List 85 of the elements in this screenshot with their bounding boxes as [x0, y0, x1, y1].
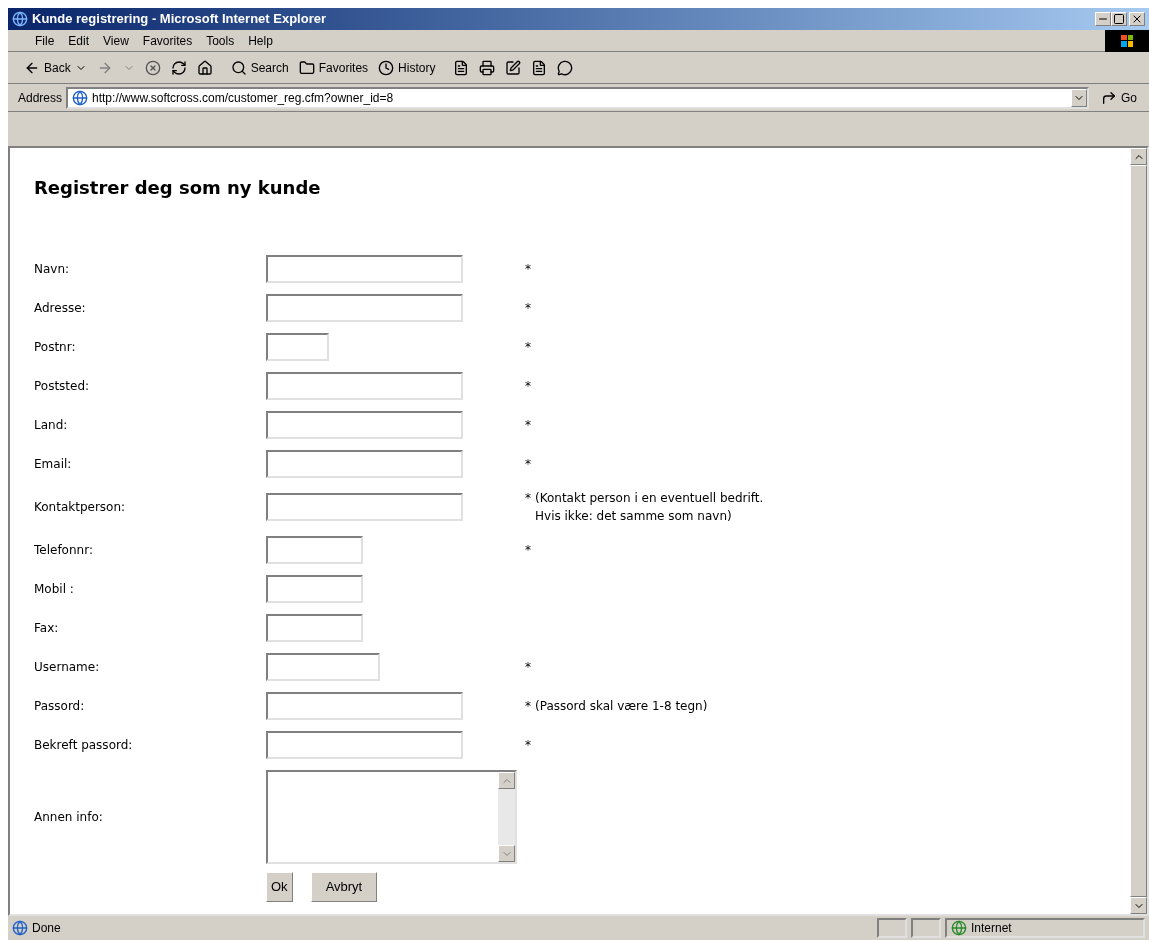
field-label: Poststed: [34, 378, 91, 395]
field-label: Username: [34, 659, 101, 676]
text-field[interactable] [266, 450, 463, 478]
search-button[interactable]: Search [230, 58, 289, 77]
required-marker: * [525, 300, 531, 317]
text-field[interactable] [266, 493, 463, 521]
globe-icon [72, 89, 89, 106]
menu-item[interactable]: Help [248, 31, 273, 50]
required-marker: * [525, 261, 531, 278]
required-marker: * [525, 456, 531, 473]
go-arrow-icon [1101, 89, 1117, 106]
status-panel [911, 918, 941, 938]
maximize-icon [1113, 13, 1125, 25]
field-note: (Kontakt person i en eventuell bedrift. Hvis ikke: det samme som navn) [535, 490, 764, 525]
close-button[interactable] [1129, 12, 1145, 26]
address-label: Address [18, 89, 63, 107]
field-label: Mobil : [34, 581, 75, 598]
text-field[interactable] [266, 653, 380, 681]
required-marker: * [525, 417, 531, 434]
text-field[interactable] [266, 692, 463, 720]
field-label: Postnr: [34, 339, 77, 356]
stop-icon[interactable] [144, 59, 161, 76]
browser-icon [12, 11, 28, 27]
required-marker: * [525, 490, 531, 507]
menu-item[interactable]: File [35, 31, 55, 50]
windows-logo [1105, 29, 1149, 52]
status-text: Done [32, 920, 62, 937]
required-marker: * [525, 339, 531, 356]
search-icon [230, 59, 247, 76]
field-label: Passord: [34, 698, 86, 715]
page-heading: Registrer deg som ny kunde [34, 176, 322, 200]
text-field[interactable] [266, 372, 463, 400]
form-button[interactable]: Ok [266, 872, 293, 902]
field-note: (Passord skal være 1-8 tegn) [535, 698, 708, 715]
menu-item[interactable]: View [103, 31, 129, 50]
printer-icon[interactable] [479, 59, 496, 76]
folder-icon [298, 59, 315, 76]
text-area[interactable] [266, 770, 517, 864]
required-marker: * [525, 737, 531, 754]
menu-item[interactable]: Tools [206, 31, 235, 50]
zone-panel: Internet [945, 918, 1145, 938]
edit-icon[interactable] [505, 59, 522, 76]
scroll-down-button[interactable] [498, 845, 515, 862]
speech-bubble-icon[interactable] [557, 59, 574, 76]
text-field[interactable] [266, 333, 329, 361]
history-button[interactable]: History [378, 58, 436, 77]
text-field[interactable] [266, 614, 363, 642]
status-panel [877, 918, 907, 938]
menu-item[interactable]: Edit [68, 31, 90, 50]
menu-item[interactable]: Favorites [142, 31, 193, 50]
form-button[interactable]: Avbryt [310, 872, 378, 902]
field-label: Navn: [34, 261, 71, 278]
favorites-button[interactable]: Favorites [298, 58, 369, 77]
text-field[interactable] [266, 411, 463, 439]
field-label: Email: [34, 456, 73, 473]
dropdown-button[interactable] [1071, 88, 1087, 107]
address-field[interactable]: http://www.softcross.com/customer_reg.cfm?owner_id=8 [66, 86, 1089, 109]
home-icon[interactable] [196, 59, 213, 76]
refresh-icon[interactable] [170, 59, 187, 76]
text-field[interactable] [266, 294, 463, 322]
text-field[interactable] [266, 731, 463, 759]
text-field[interactable] [266, 575, 363, 603]
window-title: Kunde registrering - Microsoft Internet Explorer [32, 10, 327, 29]
required-marker: * [525, 542, 531, 559]
field-label: Kontaktperson: [34, 499, 127, 516]
field-label: Fax: [34, 620, 60, 637]
scroll-up-button[interactable] [498, 772, 515, 789]
globe-icon [951, 920, 967, 936]
field-label: Telefonnr: [34, 542, 94, 559]
field-label: Annen info: [34, 809, 104, 826]
document-icon[interactable] [453, 59, 470, 76]
minimize-button[interactable] [1095, 12, 1111, 26]
text-field[interactable] [266, 255, 463, 283]
field-label: Bekreft passord: [34, 737, 134, 754]
clock-icon [378, 59, 395, 76]
required-marker: * [525, 698, 531, 715]
required-marker: * [525, 378, 531, 395]
close-icon [1131, 13, 1143, 25]
text-field[interactable] [266, 536, 363, 564]
go-button[interactable]: Go [1093, 88, 1145, 107]
maximize-button[interactable] [1111, 12, 1127, 26]
field-label: Adresse: [34, 300, 87, 317]
back-button[interactable]: Back [24, 58, 87, 77]
required-marker: * [525, 659, 531, 676]
field-label: Land: [34, 417, 69, 434]
